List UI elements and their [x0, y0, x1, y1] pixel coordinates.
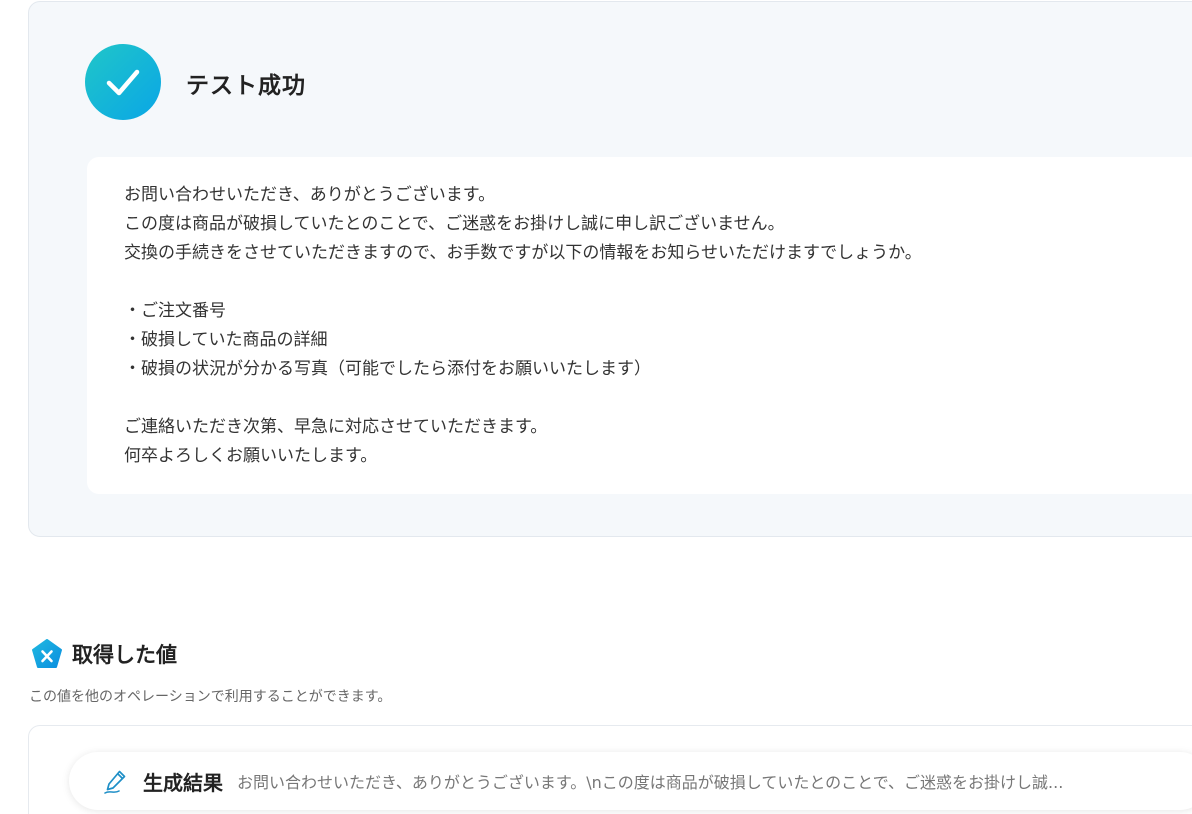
- variable-icon: [32, 639, 62, 668]
- output-line: 何卒よろしくお願いいたします。: [124, 446, 378, 466]
- output-line: 交換の手続きをさせていただきますので、お手数ですが以下の情報をお知らせいただけま…: [124, 243, 922, 263]
- checkmark-icon: [85, 44, 161, 120]
- acquired-values-card: 生成結果 お問い合わせいただき、ありがとうございます。\nこの度は商品が破損して…: [28, 725, 1192, 814]
- output-line: ご連絡いただき次第、早急に対応させていただきます。: [124, 417, 548, 437]
- output-line: ・ご注文番号: [124, 301, 226, 321]
- output-line: お問い合わせいただき、ありがとうございます。: [124, 185, 496, 205]
- output-line: この度は商品が破損していたとのことで、ご迷惑をお掛けし誠に申し訳ございません。: [124, 214, 785, 234]
- acquired-value-text: お問い合わせいただき、ありがとうございます。\nこの度は商品が破損していたとのこ…: [237, 773, 1064, 792]
- acquired-values-header: 取得した値: [31, 638, 177, 670]
- output-line: [124, 268, 922, 297]
- test-output-lines: お問い合わせいただき、ありがとうございます。 この度は商品が破損していたとのこと…: [124, 181, 922, 471]
- acquired-value-item[interactable]: 生成結果 お問い合わせいただき、ありがとうございます。\nこの度は商品が破損して…: [69, 752, 1192, 810]
- pen-icon: [104, 770, 126, 794]
- output-line: ・破損していた商品の詳細: [124, 330, 328, 350]
- test-result-card: テスト成功 お問い合わせいただき、ありがとうございます。 この度は商品が破損して…: [28, 1, 1192, 537]
- test-output-box: お問い合わせいただき、ありがとうございます。 この度は商品が破損していたとのこと…: [87, 157, 1192, 494]
- acquired-value-label: 生成結果: [143, 770, 223, 795]
- test-result-title: テスト成功: [186, 73, 306, 99]
- page: テスト成功 お問い合わせいただき、ありがとうございます。 この度は商品が破損して…: [0, 0, 1192, 814]
- acquired-values-description: この値を他のオペレーションで利用することができます。: [29, 689, 392, 705]
- acquired-values-title: 取得した値: [72, 643, 177, 667]
- output-line: ・破損の状況が分かる写真（可能でしたら添付をお願いいたします）: [124, 359, 651, 379]
- output-line: [124, 384, 922, 413]
